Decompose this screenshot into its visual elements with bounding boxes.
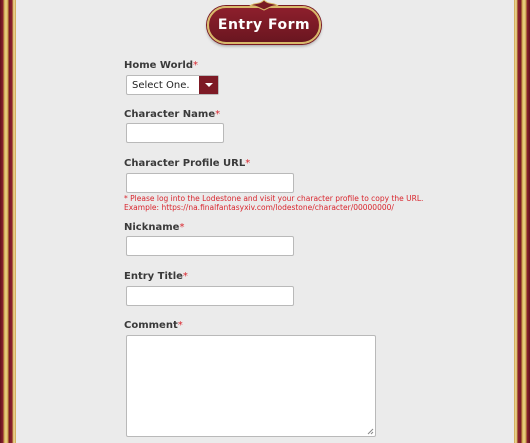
home-world-selected-value: Select One. [132,79,190,91]
comment-textarea[interactable] [126,335,376,437]
required-marker: * [182,271,188,282]
resize-handle-icon[interactable] [367,428,374,435]
home-world-label: Home World* [124,60,198,71]
required-marker: * [215,109,221,120]
required-marker: * [179,222,185,233]
required-marker: * [177,320,183,331]
required-marker: * [245,158,251,169]
entry-title-label: Entry Title* [124,271,188,282]
home-world-select[interactable]: Select One. [126,75,219,95]
left-frame-border [0,0,16,443]
profile-url-label: Character Profile URL* [124,158,251,169]
nickname-label: Nickname* [124,222,185,233]
profile-url-hint: * Please log into the Lodestone and visi… [124,194,424,212]
nickname-input[interactable] [126,236,294,256]
page-title: Entry Form [217,17,311,33]
entry-title-input[interactable] [126,286,294,306]
character-name-input[interactable] [126,123,224,143]
required-marker: * [192,60,198,71]
chevron-down-icon [204,83,213,87]
profile-url-input[interactable] [126,173,294,193]
right-frame-border [514,0,530,443]
ornament-icon [248,0,280,11]
dropdown-button[interactable] [199,76,218,94]
entry-form-title-badge: Entry Form [207,0,321,44]
character-name-label: Character Name* [124,109,221,120]
comment-label: Comment* [124,320,183,331]
